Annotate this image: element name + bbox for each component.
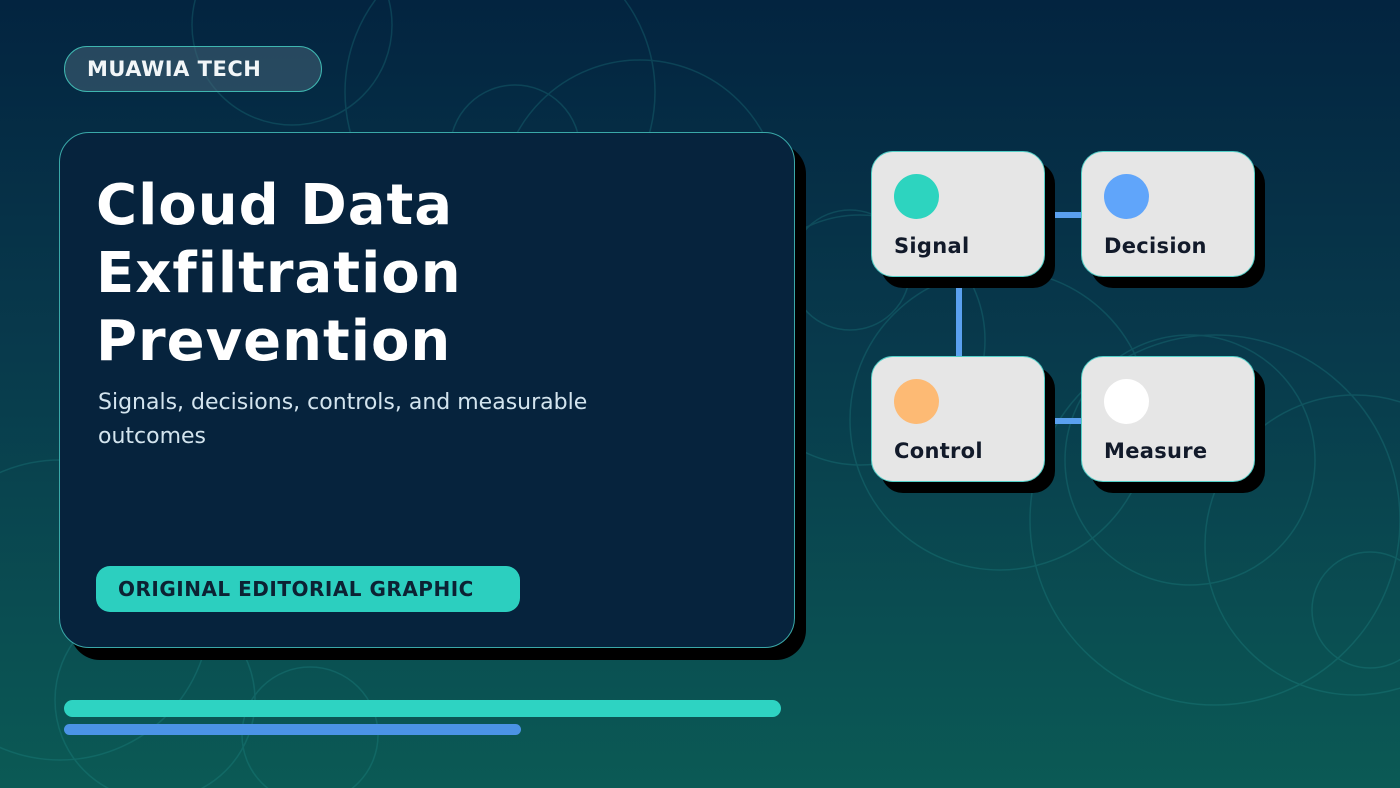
- page-title: Cloud Data Exfiltration Prevention: [96, 172, 736, 376]
- node-label-signal: Signal: [894, 234, 970, 258]
- page-subtitle: Signals, decisions, controls, and measur…: [98, 390, 588, 449]
- title-line-2: Exfiltration: [96, 241, 462, 306]
- accent-bar-blue: [64, 724, 521, 735]
- node-measure: Measure: [1081, 356, 1255, 482]
- node-decision: Decision: [1081, 151, 1255, 277]
- editorial-tag-badge: ORIGINAL EDITORIAL GRAPHIC: [96, 566, 520, 612]
- brand-badge: MUAWIA TECH: [64, 46, 322, 92]
- node-label-control: Control: [894, 439, 983, 463]
- node-label-measure: Measure: [1104, 439, 1208, 463]
- node-signal: Signal: [871, 151, 1045, 277]
- measure-dot-icon: [1104, 379, 1149, 424]
- decision-dot-icon: [1104, 174, 1149, 219]
- control-dot-icon: [894, 379, 939, 424]
- signal-dot-icon: [894, 174, 939, 219]
- accent-bar-teal: [64, 700, 781, 717]
- node-label-decision: Decision: [1104, 234, 1207, 258]
- title-line-3: Prevention: [96, 309, 452, 374]
- node-control: Control: [871, 356, 1045, 482]
- title-line-1: Cloud Data: [96, 173, 454, 238]
- connector-signal-control: [956, 276, 962, 358]
